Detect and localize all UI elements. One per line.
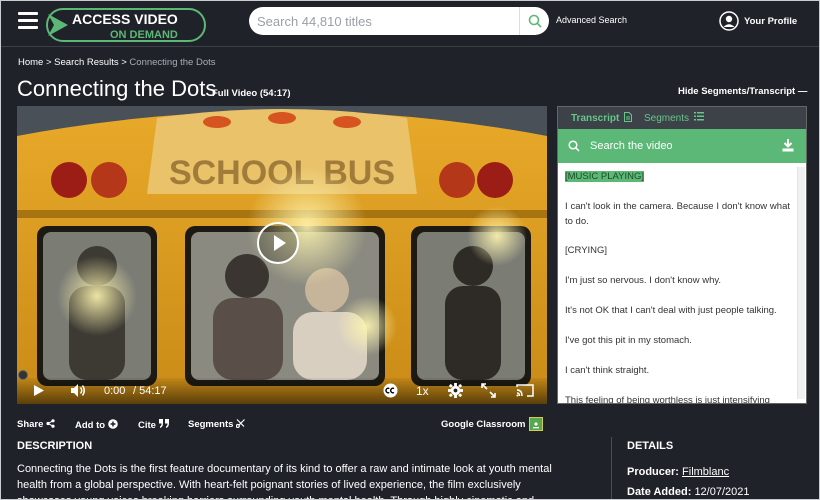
svg-text:ACCESS VIDEO: ACCESS VIDEO — [72, 11, 178, 27]
transcript-body: [MUSIC PLAYING] I can't look in the came… — [558, 163, 806, 403]
top-bar: ACCESS VIDEO ON DEMAND Advanced Search Y… — [0, 0, 820, 44]
logo[interactable]: ACCESS VIDEO ON DEMAND — [46, 8, 206, 42]
breadcrumb-search-results[interactable]: Search Results — [54, 57, 118, 68]
search-box — [249, 7, 549, 35]
menu-icon[interactable] — [18, 12, 38, 29]
hide-segments-toggle[interactable]: Hide Segments/Transcript — — [678, 86, 807, 97]
fullscreen-icon[interactable] — [481, 383, 496, 398]
transcript-search-placeholder: Search the video — [590, 140, 673, 152]
video-controls — [17, 378, 547, 404]
transcript-scrollbar[interactable] — [797, 167, 805, 399]
section-divider — [611, 437, 612, 500]
plus-circle-icon — [107, 419, 118, 429]
detail-value: 12/07/2021 — [694, 486, 750, 498]
description-heading: DESCRIPTION — [17, 440, 93, 452]
tab-segments[interactable]: Segments — [644, 112, 704, 124]
progress-scrubber[interactable] — [18, 370, 28, 380]
add-to-label: Add to — [75, 420, 106, 431]
breadcrumb-home[interactable]: Home — [18, 57, 43, 68]
search-icon — [528, 14, 542, 28]
cite-button[interactable]: Cite — [138, 419, 169, 431]
header-divider — [0, 46, 820, 47]
play-icon — [274, 235, 286, 251]
add-to-button[interactable]: Add to — [75, 419, 118, 431]
tab-segments-label: Segments — [644, 113, 690, 124]
cast-icon[interactable] — [516, 383, 534, 398]
transcript-panel: Transcript Segments Search the video [MU… — [557, 106, 807, 404]
tab-transcript[interactable]: Transcript — [571, 112, 633, 124]
profile-label: Your Profile — [744, 15, 798, 27]
share-button[interactable]: Share — [17, 419, 55, 430]
detail-label: Producer: — [627, 466, 679, 478]
breadcrumb-separator: > — [118, 57, 130, 68]
quote-icon — [158, 419, 169, 428]
transcript-line[interactable]: I'm just so nervous. I don't know why. — [565, 273, 790, 288]
user-icon — [719, 11, 739, 31]
transcript-line[interactable]: This feeling of being worthless is just … — [565, 393, 790, 403]
segments-button[interactable]: Segments — [188, 419, 245, 430]
transcript-line[interactable]: It's not OK that I can't deal with just … — [565, 303, 790, 318]
producer-link[interactable]: Filmblanc — [682, 466, 729, 478]
list-icon — [693, 112, 704, 121]
search-icon — [568, 140, 580, 152]
details-heading: DETAILS — [627, 440, 674, 452]
svg-text:ON DEMAND: ON DEMAND — [110, 29, 178, 41]
description-text: Connecting the Dots is the first feature… — [17, 463, 552, 500]
panel-tabs: Transcript Segments — [558, 107, 806, 129]
video-length-label: Full Video (54:17) — [212, 88, 291, 99]
transcript-highlight: [MUSIC PLAYING] — [565, 171, 645, 182]
share-label: Share — [17, 419, 44, 430]
logo-arrow-icon — [48, 14, 68, 36]
google-classroom-button[interactable]: Google Classroom — [441, 419, 525, 430]
transcript-line[interactable]: I can't look in the camera. Because I do… — [565, 199, 790, 229]
cite-label: Cite — [138, 420, 156, 431]
playback-speed[interactable]: 1x — [416, 384, 429, 398]
play-control-icon[interactable] — [33, 384, 45, 397]
tab-transcript-label: Transcript — [571, 113, 620, 124]
scissors-icon — [235, 419, 245, 429]
play-button[interactable] — [257, 222, 299, 264]
search-input[interactable] — [257, 11, 512, 31]
detail-date-added: Date Added: 12/07/2021 — [627, 486, 750, 498]
download-icon[interactable] — [782, 139, 794, 152]
detail-label: Date Added: — [627, 486, 692, 498]
current-time: 0:00 — [104, 385, 126, 397]
breadcrumb-separator: > — [43, 57, 55, 68]
share-icon — [46, 419, 55, 428]
transcript-line[interactable]: [CRYING] — [565, 243, 790, 258]
advanced-search-link[interactable]: Advanced Search — [556, 15, 627, 25]
segments-label: Segments — [188, 419, 234, 430]
transcript-line[interactable]: I've got this pit in my stomach. — [565, 333, 790, 348]
detail-producer: Producer: Filmblanc — [627, 466, 729, 478]
search-button[interactable] — [519, 7, 549, 35]
breadcrumb: Home > Search Results > Connecting the D… — [18, 57, 216, 68]
page-title: Connecting the Dots — [17, 76, 217, 101]
profile-button[interactable]: Your Profile — [719, 10, 797, 32]
settings-gear-icon[interactable] — [448, 383, 463, 398]
breadcrumb-current: Connecting the Dots — [129, 57, 216, 68]
google-classroom-icon[interactable] — [529, 417, 543, 431]
closed-captions-icon[interactable] — [383, 383, 398, 398]
transcript-line[interactable]: [MUSIC PLAYING] — [565, 169, 790, 184]
duration: / 54:17 — [133, 385, 167, 397]
volume-icon[interactable] — [70, 383, 86, 398]
transcript-search-bar[interactable]: Search the video — [558, 129, 806, 163]
document-icon — [624, 112, 633, 122]
transcript-line[interactable]: I can't think straight. — [565, 363, 790, 378]
